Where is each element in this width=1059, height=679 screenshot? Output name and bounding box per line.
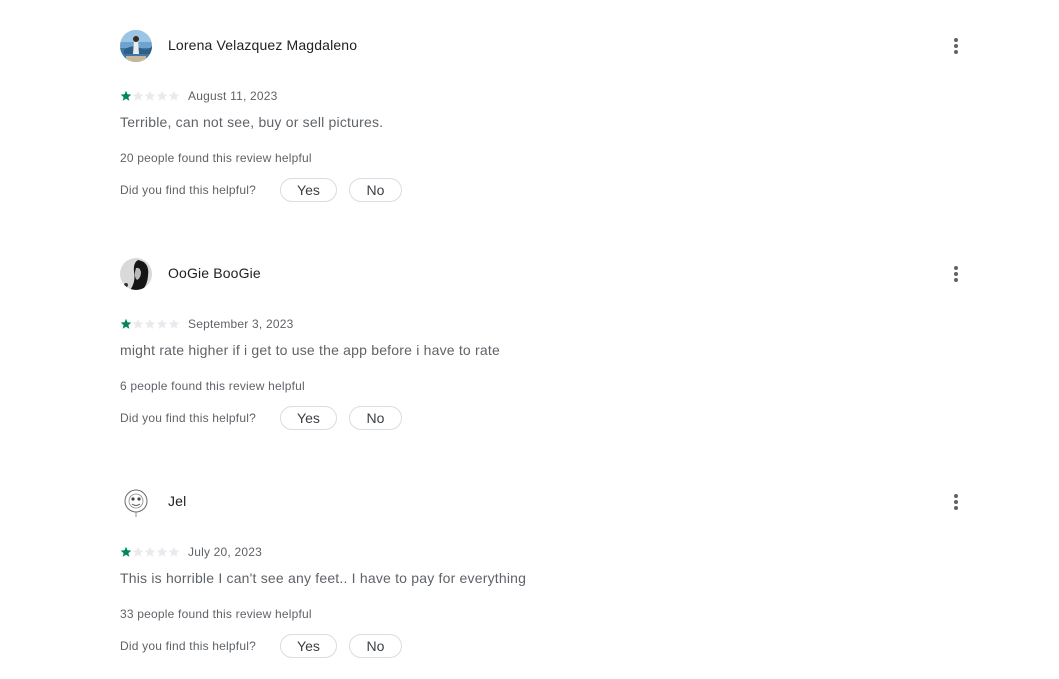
- review-card: Jel July 20, 2023 This is horrible I can…: [120, 486, 968, 676]
- more-vert-icon: [954, 266, 958, 282]
- helpful-question: Did you find this helpful?: [120, 411, 256, 425]
- review-text: might rate higher if i get to use the ap…: [120, 342, 500, 358]
- more-vert-icon: [954, 38, 958, 54]
- star-icon: [156, 318, 168, 329]
- author-name: Jel: [168, 493, 187, 509]
- no-button[interactable]: No: [348, 406, 402, 430]
- review-date: August 11, 2023: [188, 89, 278, 103]
- star-icon: [144, 546, 156, 557]
- more-vert-icon: [954, 494, 958, 510]
- more-options-button[interactable]: [944, 262, 968, 286]
- helpful-count: 6 people found this review helpful: [120, 379, 305, 393]
- review-card: OoGie BooGie September 3, 2023 might rat…: [120, 258, 968, 448]
- rating-row: September 3, 2023: [120, 316, 293, 332]
- more-options-button[interactable]: [944, 490, 968, 514]
- star-icon: [168, 90, 180, 101]
- star-rating: [120, 546, 180, 558]
- author-name: OoGie BooGie: [168, 265, 261, 281]
- star-icon: [144, 318, 156, 329]
- star-rating: [120, 90, 180, 102]
- star-icon: [120, 90, 132, 101]
- star-icon: [132, 318, 144, 329]
- review-text: This is horrible I can't see any feet.. …: [120, 570, 527, 586]
- star-icon: [132, 546, 144, 557]
- helpful-row: Did you find this helpful? Yes No: [120, 406, 402, 430]
- star-icon: [132, 90, 144, 101]
- star-icon: [120, 546, 132, 557]
- star-rating: [120, 318, 180, 330]
- avatar: [120, 486, 152, 518]
- review-text: Terrible, can not see, buy or sell pictu…: [120, 114, 384, 130]
- avatar: [120, 30, 152, 62]
- yes-button[interactable]: Yes: [279, 406, 337, 430]
- star-icon: [168, 546, 180, 557]
- review-header: Jel: [120, 486, 968, 518]
- more-options-button[interactable]: [944, 34, 968, 58]
- star-icon: [144, 90, 156, 101]
- review-date: July 20, 2023: [188, 545, 262, 559]
- helpful-count: 20 people found this review helpful: [120, 151, 312, 165]
- no-button[interactable]: No: [348, 634, 402, 658]
- star-icon: [120, 318, 132, 329]
- star-icon: [156, 546, 168, 557]
- helpful-row: Did you find this helpful? Yes No: [120, 634, 402, 658]
- review-header: Lorena Velazquez Magdaleno: [120, 30, 968, 62]
- helpful-question: Did you find this helpful?: [120, 639, 256, 653]
- star-icon: [156, 90, 168, 101]
- author-name: Lorena Velazquez Magdaleno: [168, 37, 358, 53]
- yes-button[interactable]: Yes: [279, 178, 337, 202]
- review-header: OoGie BooGie: [120, 258, 968, 290]
- helpful-question: Did you find this helpful?: [120, 183, 256, 197]
- yes-button[interactable]: Yes: [279, 634, 337, 658]
- rating-row: August 11, 2023: [120, 88, 278, 104]
- helpful-count: 33 people found this review helpful: [120, 607, 312, 621]
- review-card: Lorena Velazquez Magdaleno August 11, 20…: [120, 30, 968, 220]
- review-date: September 3, 2023: [188, 317, 294, 331]
- rating-row: July 20, 2023: [120, 544, 262, 560]
- avatar: [120, 258, 152, 290]
- no-button[interactable]: No: [348, 178, 402, 202]
- helpful-row: Did you find this helpful? Yes No: [120, 178, 402, 202]
- star-icon: [168, 318, 180, 329]
